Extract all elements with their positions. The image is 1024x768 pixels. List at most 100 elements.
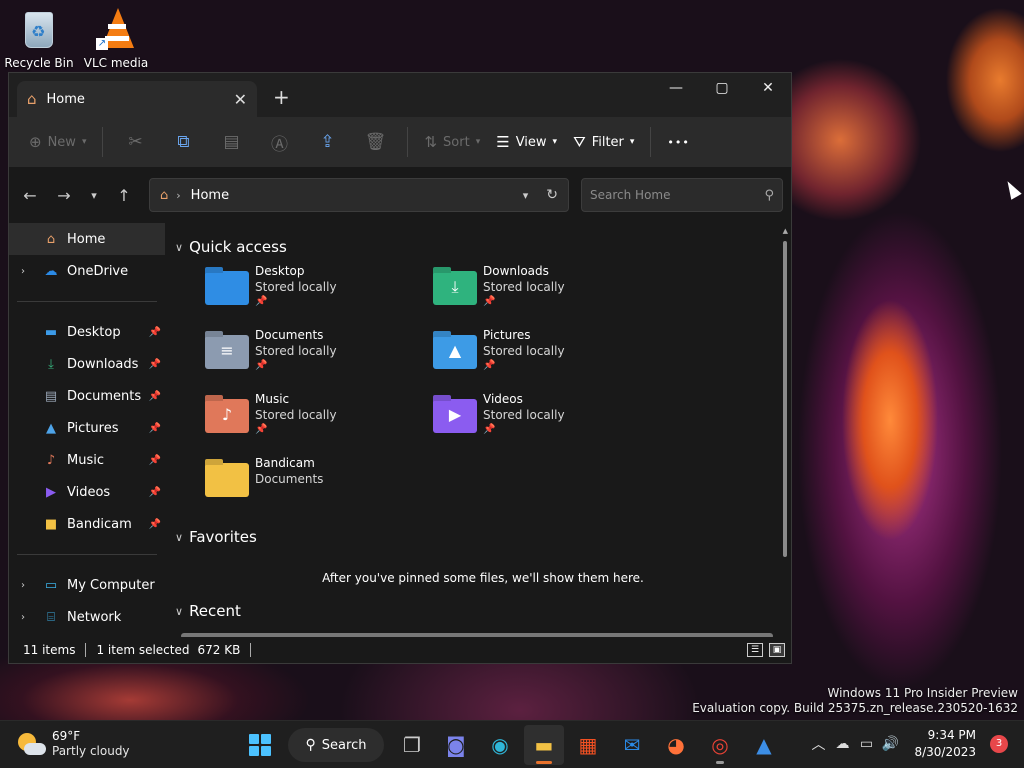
sidebar-item-my-computer[interactable]: › ▭ My Computer: [9, 569, 165, 601]
folder-icon: ■: [44, 516, 58, 532]
build-watermark: Windows 11 Pro Insider Preview Evaluatio…: [692, 686, 1018, 716]
sidebar-item-bandicam[interactable]: ■ Bandicam 📌: [9, 508, 165, 540]
recent-header[interactable]: ∨ Recent: [175, 595, 791, 627]
quick-access-item-videos[interactable]: ▶ Videos Stored locally 📌: [433, 391, 661, 447]
taskbar-search-button[interactable]: ⚲ Search: [288, 728, 384, 762]
clock[interactable]: 9:34 PM 8/30/2023: [914, 727, 976, 761]
edge-button[interactable]: ◉: [480, 725, 520, 765]
start-button[interactable]: [240, 725, 280, 765]
item-count: 11 items: [23, 643, 76, 657]
paste-button[interactable]: ▤: [207, 124, 255, 160]
filter-button[interactable]: ⛛ Filter ▾: [565, 124, 642, 160]
breadcrumb[interactable]: Home: [191, 188, 523, 203]
sidebar-item-downloads[interactable]: ⤓ Downloads 📌: [9, 348, 165, 380]
vertical-scrollbar[interactable]: [783, 241, 787, 557]
search-input[interactable]: [590, 188, 765, 202]
rename-icon: Ⓐ: [270, 134, 288, 155]
home-icon: ⌂: [27, 90, 37, 108]
volume-icon[interactable]: 🔊: [878, 736, 902, 752]
chevron-right-icon[interactable]: ›: [21, 612, 35, 623]
mouse-cursor-icon: [1002, 178, 1022, 200]
search-icon[interactable]: ⚲: [764, 188, 774, 203]
desktop-icon-vlc[interactable]: ↗ VLC media: [81, 6, 151, 70]
quick-access-item-documents[interactable]: ≡ Documents Stored locally 📌: [205, 327, 433, 383]
close-button[interactable]: ✕: [745, 73, 791, 103]
download-icon: ⤓: [48, 356, 54, 372]
share-button[interactable]: ⇪: [303, 124, 351, 160]
more-options-button[interactable]: •••: [659, 124, 697, 160]
view-button[interactable]: ☰ View ▾: [488, 124, 565, 160]
pinned-app-button[interactable]: ▲: [744, 725, 784, 765]
quick-access-header[interactable]: ∨ Quick access: [175, 231, 791, 263]
command-bar: ⊕ New ▾ ✂ ⧉ ▤ Ⓐ ⇪ 🗑 ⇅ Sort ▾ ☰ View ▾ ⛛ …: [9, 117, 791, 167]
pin-icon: 📌: [148, 390, 161, 402]
delete-button[interactable]: 🗑: [351, 124, 399, 160]
home-icon: ⌂: [46, 231, 56, 247]
back-button[interactable]: ←: [15, 186, 45, 205]
chevron-down-icon: ▾: [475, 137, 481, 147]
clock-time: 9:34 PM: [927, 728, 976, 742]
view-list-icon: ☰: [496, 133, 510, 151]
tab-home[interactable]: ⌂ Home ✕: [17, 81, 257, 117]
sidebar-item-onedrive[interactable]: › ☁ OneDrive: [9, 255, 165, 287]
sidebar-item-desktop[interactable]: ▬ Desktop 📌: [9, 316, 165, 348]
quick-access-grid: Desktop Stored locally 📌 ⤓ Downloads Sto…: [205, 263, 791, 511]
selection-size: 672 KB: [197, 643, 241, 657]
teams-chat-button[interactable]: ◙: [436, 725, 476, 765]
notification-badge[interactable]: 3: [990, 735, 1008, 753]
onedrive-tray-icon[interactable]: ☁: [830, 736, 854, 752]
sidebar-item-network[interactable]: › ⌸ Network: [9, 601, 165, 633]
filter-label: Filter: [591, 134, 624, 150]
cut-button[interactable]: ✂: [111, 124, 159, 160]
chevron-right-icon[interactable]: ›: [21, 266, 35, 277]
address-bar[interactable]: ⌂ › Home ▾ ↻: [149, 178, 569, 212]
sort-button[interactable]: ⇅ Sort ▾: [416, 124, 488, 160]
details-view-icon[interactable]: ☰: [747, 643, 763, 657]
network-icon: ⌸: [47, 609, 55, 625]
store-button[interactable]: ▦: [568, 725, 608, 765]
pin-icon: 📌: [148, 486, 161, 498]
new-tab-button[interactable]: +: [273, 85, 290, 109]
close-tab-icon[interactable]: ✕: [234, 90, 247, 109]
address-dropdown-icon[interactable]: ▾: [523, 189, 529, 202]
desktop-icon-recycle-bin[interactable]: ♻ Recycle Bin: [4, 6, 74, 70]
task-view-button[interactable]: ❐: [392, 725, 432, 765]
chevron-right-icon[interactable]: ›: [21, 580, 35, 591]
maximize-button[interactable]: ▢: [699, 73, 745, 103]
add-icon: ⊕: [29, 133, 42, 151]
sidebar-item-pictures[interactable]: ▲ Pictures 📌: [9, 412, 165, 444]
mail-button[interactable]: ✉: [612, 725, 652, 765]
recycle-bin-icon: ♻: [19, 6, 59, 50]
quick-access-item-downloads[interactable]: ⤓ Downloads Stored locally 📌: [433, 263, 661, 319]
minimize-button[interactable]: —: [653, 73, 699, 103]
weather-widget[interactable]: 69°F Partly cloudy: [18, 729, 130, 759]
search-box[interactable]: ⚲: [581, 178, 783, 212]
quick-access-item-desktop[interactable]: Desktop Stored locally 📌: [205, 263, 433, 319]
forward-button[interactable]: →: [49, 186, 79, 205]
trash-icon: 🗑: [364, 132, 387, 152]
new-label: New: [47, 134, 76, 150]
refresh-icon[interactable]: ↻: [546, 187, 558, 203]
firefox-button[interactable]: ◕: [656, 725, 696, 765]
tiles-view-icon[interactable]: ▣: [769, 643, 785, 657]
sidebar-item-home[interactable]: ⌂ Home: [9, 223, 165, 255]
scroll-up-arrow[interactable]: ▲: [783, 227, 788, 235]
chrome-button[interactable]: ◎: [700, 725, 740, 765]
rename-button[interactable]: Ⓐ: [255, 124, 303, 160]
edge-icon: ◉: [491, 733, 509, 757]
recent-locations-button[interactable]: ▾: [79, 189, 109, 202]
favorites-header[interactable]: ∨ Favorites: [175, 521, 791, 553]
sidebar-item-videos[interactable]: ▶ Videos 📌: [9, 476, 165, 508]
quick-access-item-bandicam[interactable]: Bandicam Documents: [205, 455, 433, 511]
mail-icon: ✉: [623, 733, 641, 757]
file-explorer-button[interactable]: ▬: [524, 725, 564, 765]
sidebar-item-documents[interactable]: ▤ Documents 📌: [9, 380, 165, 412]
show-hidden-icons-chevron-icon[interactable]: ︿: [806, 734, 830, 754]
network-tray-icon[interactable]: ▭: [854, 736, 878, 752]
copy-button[interactable]: ⧉: [159, 124, 207, 160]
up-button[interactable]: ↑: [109, 186, 139, 205]
sidebar-item-music[interactable]: ♪ Music 📌: [9, 444, 165, 476]
quick-access-item-music[interactable]: ♪ Music Stored locally 📌: [205, 391, 433, 447]
new-button[interactable]: ⊕ New ▾: [21, 124, 94, 160]
quick-access-item-pictures[interactable]: ▲ Pictures Stored locally 📌: [433, 327, 661, 383]
